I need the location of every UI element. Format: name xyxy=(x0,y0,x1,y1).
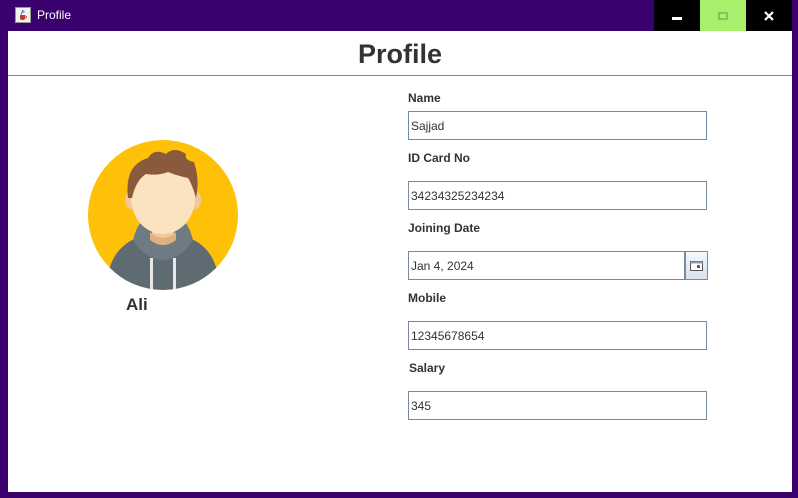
java-cup-icon xyxy=(15,7,31,23)
app-window: Profile Profile Ali Name Sajjad ID Card … xyxy=(0,0,798,498)
minimize-button[interactable] xyxy=(654,0,700,31)
calendar-icon xyxy=(690,260,703,271)
mobile-label: Mobile xyxy=(408,291,446,305)
date-picker-button[interactable] xyxy=(685,251,708,280)
profile-name: Ali xyxy=(126,295,148,314)
page-title: Profile xyxy=(357,39,443,69)
maximize-button[interactable] xyxy=(700,0,746,31)
header-divider xyxy=(8,75,792,76)
salary-label: Salary xyxy=(409,361,446,375)
content-panel: Profile Ali Name Sajjad ID Card No 34234… xyxy=(8,31,792,492)
maximize-icon xyxy=(718,11,728,20)
name-label: Name xyxy=(408,91,441,105)
joining-date-label: Joining Date xyxy=(408,221,481,235)
id-card-label: ID Card No xyxy=(408,151,471,165)
salary-field[interactable] xyxy=(408,391,707,420)
minimize-icon xyxy=(672,16,682,20)
joining-date-field[interactable] xyxy=(408,251,685,280)
user-avatar-icon xyxy=(88,140,238,290)
close-icon xyxy=(764,10,774,21)
id-card-field[interactable] xyxy=(408,181,707,210)
name-field[interactable] xyxy=(408,111,707,140)
close-button[interactable] xyxy=(746,0,792,31)
window-title: Profile xyxy=(37,8,72,22)
mobile-field[interactable] xyxy=(408,321,707,350)
title-bar[interactable]: Profile xyxy=(0,0,798,31)
